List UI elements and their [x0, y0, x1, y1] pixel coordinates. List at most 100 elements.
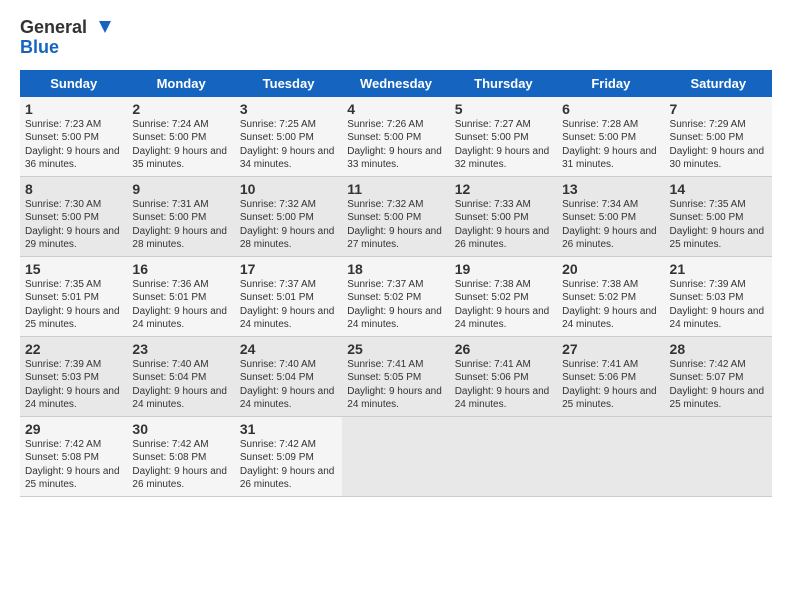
day-cell-15: 15 Sunrise: 7:35 AMSunset: 5:01 PMDayligh…: [20, 256, 127, 336]
weekday-header-friday: Friday: [557, 70, 664, 97]
day-number: 11: [347, 181, 444, 197]
day-info: Sunrise: 7:35 AMSunset: 5:00 PMDaylight:…: [670, 199, 765, 251]
day-cell-5: 5 Sunrise: 7:27 AMSunset: 5:00 PMDaylight…: [450, 97, 557, 177]
day-cell-18: 18Sunrise: 7:37 AMSunset: 5:02 PMDayligh…: [342, 256, 449, 336]
day-number: 13: [562, 181, 659, 197]
day-info: Sunrise: 7:31 AMSunset: 5:00 PMDaylight:…: [132, 199, 227, 251]
day-cell-3: 3 Sunrise: 7:25 AMSunset: 5:00 PMDaylight…: [235, 97, 342, 177]
logo-general: General: [20, 18, 87, 38]
weekday-header-tuesday: Tuesday: [235, 70, 342, 97]
day-info: Sunrise: 7:29 AMSunset: 5:00 PMDaylight:…: [670, 119, 765, 171]
day-cell-10: 10 Sunrise: 7:32 AMSunset: 5:00 PMDayligh…: [235, 176, 342, 256]
day-info: Sunrise: 7:37 AMSunset: 5:02 PMDaylight:…: [347, 279, 442, 331]
day-info: Sunrise: 7:40 AMSunset: 5:04 PMDaylight:…: [240, 359, 335, 411]
weekday-header-saturday: Saturday: [665, 70, 772, 97]
day-info: Sunrise: 7:28 AMSunset: 5:00 PMDaylight:…: [562, 119, 657, 171]
day-number: 30: [132, 421, 229, 437]
day-cell-6: 6 Sunrise: 7:28 AMSunset: 5:00 PMDaylight…: [557, 97, 664, 177]
day-number: 14: [670, 181, 767, 197]
day-number: 6: [562, 101, 659, 117]
day-info: Sunrise: 7:34 AMSunset: 5:00 PMDaylight:…: [562, 199, 657, 251]
day-number: 1: [25, 101, 122, 117]
day-number: 4: [347, 101, 444, 117]
day-number: 7: [670, 101, 767, 117]
day-cell-23: 23Sunrise: 7:40 AMSunset: 5:04 PMDayligh…: [127, 336, 234, 416]
day-cell-27: 27 Sunrise: 7:41 AMSunset: 5:06 PMDayligh…: [557, 336, 664, 416]
day-cell-12: 12 Sunrise: 7:33 AMSunset: 5:00 PMDayligh…: [450, 176, 557, 256]
day-info: Sunrise: 7:37 AMSunset: 5:01 PMDaylight:…: [240, 279, 335, 331]
week-row-5: 29Sunrise: 7:42 AMSunset: 5:08 PMDayligh…: [20, 416, 772, 496]
day-info: Sunrise: 7:27 AMSunset: 5:00 PMDaylight:…: [455, 119, 550, 171]
day-cell-7: 7 Sunrise: 7:29 AMSunset: 5:00 PMDaylight…: [665, 97, 772, 177]
day-number: 3: [240, 101, 337, 117]
day-number: 17: [240, 261, 337, 277]
empty-cell: [342, 416, 449, 496]
day-number: 5: [455, 101, 552, 117]
weekday-header-thursday: Thursday: [450, 70, 557, 97]
day-cell-1: 1 Sunrise: 7:23 AMSunset: 5:00 PMDaylight…: [20, 97, 127, 177]
day-number: 27: [562, 341, 659, 357]
week-row-4: 22 Sunrise: 7:39 AMSunset: 5:03 PMDayligh…: [20, 336, 772, 416]
day-info: Sunrise: 7:26 AMSunset: 5:00 PMDaylight:…: [347, 119, 442, 171]
day-number: 24: [240, 341, 337, 357]
day-number: 8: [25, 181, 122, 197]
calendar-table: SundayMondayTuesdayWednesdayThursdayFrid…: [20, 70, 772, 497]
day-cell-26: 26 Sunrise: 7:41 AMSunset: 5:06 PMDayligh…: [450, 336, 557, 416]
day-cell-13: 13 Sunrise: 7:34 AMSunset: 5:00 PMDayligh…: [557, 176, 664, 256]
day-cell-28: 28Sunrise: 7:42 AMSunset: 5:07 PMDayligh…: [665, 336, 772, 416]
day-number: 20: [562, 261, 659, 277]
day-info: Sunrise: 7:42 AMSunset: 5:09 PMDaylight:…: [240, 439, 335, 491]
day-info: Sunrise: 7:23 AMSunset: 5:00 PMDaylight:…: [25, 119, 120, 171]
week-row-1: 1 Sunrise: 7:23 AMSunset: 5:00 PMDaylight…: [20, 97, 772, 177]
day-cell-11: 11 Sunrise: 7:32 AMSunset: 5:00 PMDayligh…: [342, 176, 449, 256]
day-info: Sunrise: 7:38 AMSunset: 5:02 PMDaylight:…: [455, 279, 550, 331]
day-info: Sunrise: 7:30 AMSunset: 5:00 PMDaylight:…: [25, 199, 120, 251]
day-number: 12: [455, 181, 552, 197]
day-number: 15: [25, 261, 122, 277]
calendar-page: General Blue SundayMondayTuesdayWednesda…: [0, 0, 792, 507]
empty-cell: [665, 416, 772, 496]
logo-container: General Blue: [20, 18, 111, 58]
day-number: 2: [132, 101, 229, 117]
week-row-2: 8 Sunrise: 7:30 AMSunset: 5:00 PMDaylight…: [20, 176, 772, 256]
logo-bird-icon: [89, 19, 111, 37]
day-info: Sunrise: 7:33 AMSunset: 5:00 PMDaylight:…: [455, 199, 550, 251]
weekday-header-wednesday: Wednesday: [342, 70, 449, 97]
day-info: Sunrise: 7:42 AMSunset: 5:07 PMDaylight:…: [670, 359, 765, 411]
day-number: 16: [132, 261, 229, 277]
day-cell-16: 16 Sunrise: 7:36 AMSunset: 5:01 PMDayligh…: [127, 256, 234, 336]
day-cell-2: 2 Sunrise: 7:24 AMSunset: 5:00 PMDaylight…: [127, 97, 234, 177]
weekday-header-sunday: Sunday: [20, 70, 127, 97]
day-info: Sunrise: 7:41 AMSunset: 5:05 PMDaylight:…: [347, 359, 442, 411]
day-cell-8: 8 Sunrise: 7:30 AMSunset: 5:00 PMDaylight…: [20, 176, 127, 256]
logo: General Blue: [20, 18, 111, 58]
day-number: 22: [25, 341, 122, 357]
day-info: Sunrise: 7:42 AMSunset: 5:08 PMDaylight:…: [132, 439, 227, 491]
day-number: 31: [240, 421, 337, 437]
header: General Blue: [20, 18, 772, 58]
day-cell-25: 25Sunrise: 7:41 AMSunset: 5:05 PMDayligh…: [342, 336, 449, 416]
day-info: Sunrise: 7:32 AMSunset: 5:00 PMDaylight:…: [240, 199, 335, 251]
day-cell-14: 14 Sunrise: 7:35 AMSunset: 5:00 PMDayligh…: [665, 176, 772, 256]
week-row-3: 15 Sunrise: 7:35 AMSunset: 5:01 PMDayligh…: [20, 256, 772, 336]
day-info: Sunrise: 7:39 AMSunset: 5:03 PMDaylight:…: [670, 279, 765, 331]
day-info: Sunrise: 7:41 AMSunset: 5:06 PMDaylight:…: [455, 359, 550, 411]
day-info: Sunrise: 7:36 AMSunset: 5:01 PMDaylight:…: [132, 279, 227, 331]
day-cell-30: 30 Sunrise: 7:42 AMSunset: 5:08 PMDayligh…: [127, 416, 234, 496]
day-cell-4: 4 Sunrise: 7:26 AMSunset: 5:00 PMDaylight…: [342, 97, 449, 177]
day-number: 26: [455, 341, 552, 357]
day-number: 23: [132, 341, 229, 357]
weekday-header-row: SundayMondayTuesdayWednesdayThursdayFrid…: [20, 70, 772, 97]
day-info: Sunrise: 7:38 AMSunset: 5:02 PMDaylight:…: [562, 279, 657, 331]
day-info: Sunrise: 7:25 AMSunset: 5:00 PMDaylight:…: [240, 119, 335, 171]
day-number: 10: [240, 181, 337, 197]
day-cell-24: 24 Sunrise: 7:40 AMSunset: 5:04 PMDayligh…: [235, 336, 342, 416]
day-info: Sunrise: 7:39 AMSunset: 5:03 PMDaylight:…: [25, 359, 120, 411]
day-info: Sunrise: 7:35 AMSunset: 5:01 PMDaylight:…: [25, 279, 120, 331]
day-cell-31: 31 Sunrise: 7:42 AMSunset: 5:09 PMDayligh…: [235, 416, 342, 496]
day-info: Sunrise: 7:32 AMSunset: 5:00 PMDaylight:…: [347, 199, 442, 251]
day-info: Sunrise: 7:41 AMSunset: 5:06 PMDaylight:…: [562, 359, 657, 411]
day-cell-29: 29Sunrise: 7:42 AMSunset: 5:08 PMDayligh…: [20, 416, 127, 496]
day-info: Sunrise: 7:24 AMSunset: 5:00 PMDaylight:…: [132, 119, 227, 171]
day-number: 19: [455, 261, 552, 277]
